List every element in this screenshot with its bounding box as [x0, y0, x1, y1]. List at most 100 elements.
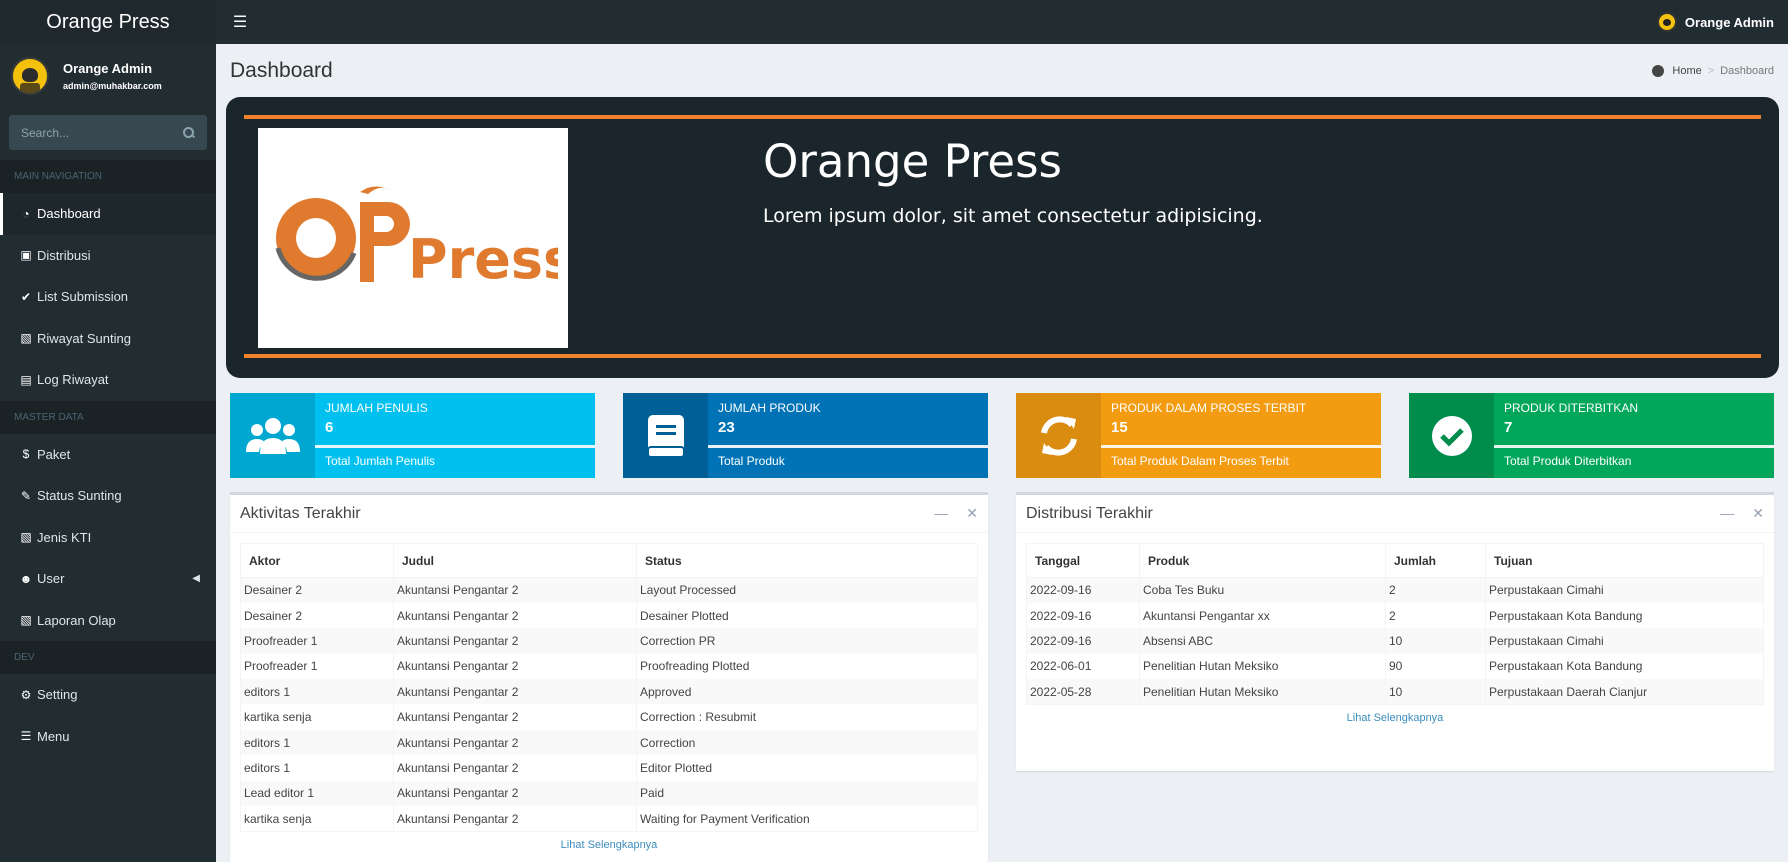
column-header[interactable]: Aktor	[240, 543, 394, 578]
sidebar-item-label: User	[37, 571, 65, 587]
user-email: admin@muhakbar.com	[63, 81, 162, 91]
column-header[interactable]: Produk	[1139, 543, 1386, 578]
search-icon[interactable]	[183, 126, 195, 139]
search-input[interactable]	[21, 125, 183, 140]
sidebar-item-label: Menu	[37, 728, 70, 744]
see-more-link[interactable]: Lihat Selengkapnya	[240, 831, 978, 857]
gear-icon: ⚙	[20, 687, 32, 702]
hero-bottom-line	[244, 354, 1761, 358]
cubes-icon: ▣	[20, 248, 32, 263]
dashboard-icon: ◔	[22, 206, 30, 221]
sidebar-item-dashboard[interactable]: ◔ Dashboard	[0, 193, 216, 235]
sidebar-item-label: Riwayat Sunting	[37, 330, 131, 346]
table-cell: editors 1	[240, 679, 394, 705]
stat-value: 23	[718, 419, 735, 436]
table-cell: kartika senja	[240, 704, 394, 730]
sidebar-item-label: Paket	[37, 446, 71, 462]
table-cell: Perpustakaan Cimahi	[1485, 577, 1764, 603]
column-header[interactable]: Tujuan	[1485, 543, 1764, 578]
stat-progress	[315, 445, 595, 448]
distribution-table: Tanggal Produk Jumlah Tujuan 2022-09-16 C…	[1026, 543, 1764, 705]
table-cell: Akuntansi Pengantar 2	[393, 806, 637, 832]
stat-description: Total Produk Dalam Proses Terbit	[1111, 454, 1289, 468]
sidebar-item-log-riwayat[interactable]: ▤ Log Riwayat	[0, 359, 216, 401]
sidebar-item-distribusi[interactable]: ▣ Distribusi	[0, 235, 216, 277]
column-header[interactable]: Tanggal	[1026, 543, 1140, 578]
table-cell: 2	[1385, 577, 1486, 603]
stat-box-proses-terbit[interactable]: PRODUK DALAM PROSES TERBIT 15 Total Prod…	[1016, 393, 1381, 478]
edit-icon: ✎	[20, 488, 32, 503]
table-cell: editors 1	[240, 729, 394, 756]
see-more-link[interactable]: Lihat Selengkapnya	[1026, 704, 1764, 730]
sidebar-item-label: Log Riwayat	[37, 372, 109, 388]
column-header[interactable]: Status	[636, 543, 978, 578]
sidebar-toggle-icon[interactable]: ☰	[228, 10, 252, 34]
table-row: editors 1 Akuntansi Pengantar 2 Editor Plo…	[240, 755, 978, 781]
stat-progress	[1101, 445, 1381, 448]
table-cell: 2022-06-01	[1026, 653, 1140, 680]
user-menu[interactable]: Orange Admin	[1656, 12, 1774, 32]
table-cell: 90	[1385, 653, 1486, 680]
stat-label: JUMLAH PENULIS	[325, 401, 428, 415]
user-panel: Orange Admin admin@muhakbar.com	[0, 44, 216, 108]
users-icon: ☻	[19, 571, 33, 586]
table-cell: Desainer Plotted	[636, 602, 978, 629]
sidebar-item-user[interactable]: ☻ User ◀	[0, 558, 216, 600]
sidebar-item-laporan-olap[interactable]: ▧ Laporan Olap	[0, 600, 216, 642]
close-icon[interactable]: ✕	[966, 505, 978, 522]
stat-box-penulis[interactable]: JUMLAH PENULIS 6 Total Jumlah Penulis	[230, 393, 595, 478]
breadcrumb-home[interactable]: Home	[1672, 65, 1701, 77]
page-title: Dashboard	[230, 58, 333, 82]
search-form	[9, 115, 207, 150]
table-cell: Penelitian Hutan Meksiko	[1139, 653, 1386, 680]
table-row: 2022-09-16 Akuntansi Pengantar xx 2 Perpust…	[1026, 602, 1764, 629]
stat-value: 6	[325, 419, 334, 436]
check-circle-icon	[1409, 393, 1494, 478]
table-cell: Akuntansi Pengantar 2	[393, 577, 637, 603]
sync-icon	[1016, 393, 1101, 478]
table-row: kartika senja Akuntansi Pengantar 2 Correc…	[240, 704, 978, 730]
user-name: Orange Admin	[63, 61, 153, 76]
column-header[interactable]: Jumlah	[1385, 543, 1486, 578]
book-icon	[623, 393, 708, 478]
brand-logo[interactable]: Orange Press	[0, 0, 216, 44]
sidebar-item-riwayat-sunting[interactable]: ▧ Riwayat Sunting	[0, 318, 216, 360]
sidebar-item-paket[interactable]: $ Paket	[0, 434, 216, 476]
main-content: Dashboard Home > Dashboard Press Orange …	[216, 44, 1788, 862]
table-row: editors 1 Akuntansi Pengantar 2 Correction	[240, 729, 978, 756]
user-menu-name: Orange Admin	[1684, 14, 1774, 30]
table-cell: 10	[1385, 679, 1486, 705]
sidebar-item-menu[interactable]: ☰ Menu	[0, 716, 216, 758]
table-cell: Proofreader 1	[240, 653, 394, 680]
table-cell: 2022-05-28	[1026, 679, 1140, 705]
stat-description: Total Produk Diterbitkan	[1504, 454, 1632, 468]
table-row: Desainer 2 Akuntansi Pengantar 2 Desainer …	[240, 602, 978, 629]
table-cell: Correction : Resubmit	[636, 704, 978, 730]
sidebar-item-status-sunting[interactable]: ✎ Status Sunting	[0, 475, 216, 517]
sidebar-item-list-submission[interactable]: ✔ List Submission	[0, 276, 216, 318]
sidebar-item-setting[interactable]: ⚙ Setting	[0, 674, 216, 716]
table-cell: Perpustakaan Daerah Cianjur	[1485, 679, 1764, 705]
stat-box-diterbitkan[interactable]: PRODUK DITERBITKAN 7 Total Produk Diterb…	[1409, 393, 1774, 478]
sidebar-item-label: Setting	[37, 687, 78, 703]
table-cell: Penelitian Hutan Meksiko	[1139, 679, 1386, 705]
book-icon: ▧	[20, 530, 32, 545]
close-icon[interactable]: ✕	[1752, 505, 1764, 522]
hero-subtitle: Lorem ipsum dolor, sit amet consectetur …	[763, 205, 1263, 227]
collapse-icon[interactable]: —	[1720, 505, 1734, 522]
table-row: 2022-05-28 Penelitian Hutan Meksiko 10 Perp…	[1026, 679, 1764, 705]
stat-label: JUMLAH PRODUK	[718, 401, 821, 415]
section-header-master: MASTER DATA	[0, 400, 216, 434]
column-header[interactable]: Judul	[393, 543, 637, 578]
sidebar-item-jenis-kti[interactable]: ▧ Jenis KTI	[0, 517, 216, 559]
clipboard-icon: ▤	[20, 372, 32, 387]
table-cell: Layout Processed	[636, 577, 978, 603]
breadcrumb-separator: >	[1707, 64, 1715, 77]
sidebar-item-label: Distribusi	[37, 247, 91, 263]
sidebar-item-label: Dashboard	[37, 206, 101, 222]
users-icon	[230, 393, 315, 478]
table-cell: Akuntansi Pengantar 2	[393, 755, 637, 781]
table-cell: Coba Tes Buku	[1139, 577, 1386, 603]
collapse-icon[interactable]: —	[934, 505, 948, 522]
stat-box-produk[interactable]: JUMLAH PRODUK 23 Total Produk	[623, 393, 988, 478]
